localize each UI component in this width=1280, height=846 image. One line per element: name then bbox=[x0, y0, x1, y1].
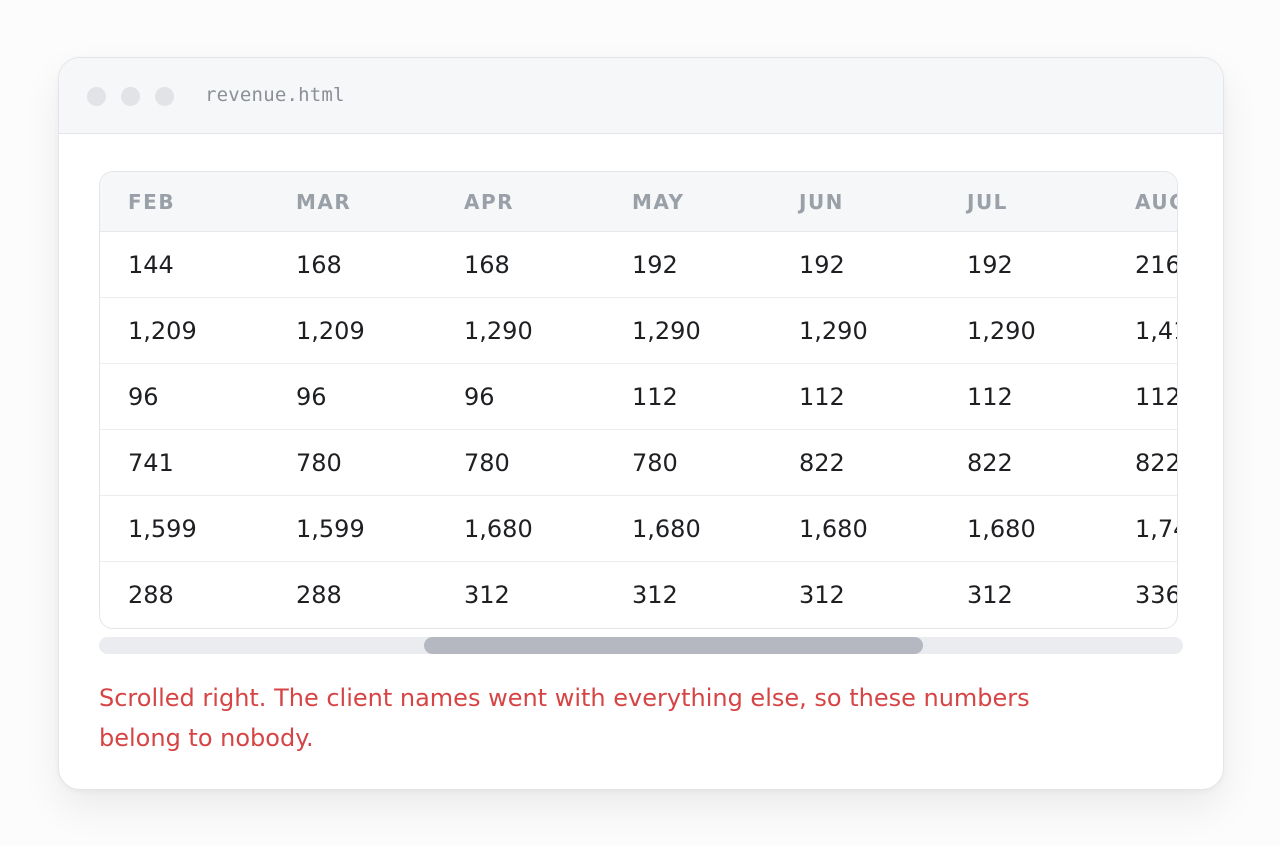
table-cell: 822 bbox=[799, 448, 845, 477]
table-cell: 216 bbox=[1135, 250, 1178, 279]
scroll-warning-note: Scrolled right. The client names went wi… bbox=[99, 684, 1030, 752]
column-header-mar[interactable]: MAR bbox=[296, 172, 351, 231]
window-minimize-dot[interactable] bbox=[121, 87, 140, 106]
table-cell: 1,290 bbox=[464, 316, 533, 345]
revenue-table[interactable]: FEB MAR APR MAY JUN JUL AUG 144 168 168 192 192 192… bbox=[99, 171, 1178, 629]
window-titlebar: revenue.html bbox=[59, 58, 1223, 134]
column-header-may[interactable]: MAY bbox=[632, 172, 684, 231]
table-row: 96 96 96 112 112 112 112 bbox=[100, 364, 1178, 430]
table-cell: 780 bbox=[296, 448, 342, 477]
table-cell: 192 bbox=[967, 250, 1013, 279]
table-scroll-content: FEB MAR APR MAY JUN JUL AUG 144 168 168 192 192 192… bbox=[100, 172, 1178, 627]
table-cell: 741 bbox=[128, 448, 174, 477]
table-cell: 96 bbox=[296, 382, 327, 411]
table-cell: 192 bbox=[632, 250, 678, 279]
table-row: 741 780 780 780 822 822 822 bbox=[100, 430, 1178, 496]
table-cell: 1,680 bbox=[799, 514, 868, 543]
table-cell: 780 bbox=[464, 448, 510, 477]
table-cell: 312 bbox=[632, 580, 678, 609]
table-cell: 288 bbox=[296, 580, 342, 609]
table-cell: 1,290 bbox=[632, 316, 701, 345]
window-filename: revenue.html bbox=[205, 84, 345, 106]
table-cell: 1,74 bbox=[1135, 514, 1177, 543]
table-cell: 780 bbox=[632, 448, 678, 477]
table-row: 288 288 312 312 312 312 336 bbox=[100, 562, 1178, 627]
table-row: 1,209 1,209 1,290 1,290 1,290 1,290 1,41 bbox=[100, 298, 1177, 364]
table-cell: 822 bbox=[967, 448, 1013, 477]
table-cell: 112 bbox=[967, 382, 1013, 411]
table-cell: 96 bbox=[464, 382, 495, 411]
table-cell: 192 bbox=[799, 250, 845, 279]
table-cell: 312 bbox=[799, 580, 845, 609]
table-cell: 168 bbox=[464, 250, 510, 279]
column-header-jun[interactable]: JUN bbox=[799, 172, 844, 231]
table-cell: 1,680 bbox=[464, 514, 533, 543]
table-cell: 312 bbox=[967, 580, 1013, 609]
table-cell: 1,41 bbox=[1135, 316, 1177, 345]
scrollbar-thumb[interactable] bbox=[424, 637, 923, 654]
table-cell: 336 bbox=[1135, 580, 1178, 609]
table-cell: 1,599 bbox=[128, 514, 197, 543]
table-cell: 1,209 bbox=[128, 316, 197, 345]
table-cell: 112 bbox=[1135, 382, 1178, 411]
table-cell: 312 bbox=[464, 580, 510, 609]
table-cell: 96 bbox=[128, 382, 159, 411]
table-cell: 1,290 bbox=[967, 316, 1036, 345]
table-cell: 1,290 bbox=[799, 316, 868, 345]
window-maximize-dot[interactable] bbox=[155, 87, 174, 106]
horizontal-scrollbar[interactable] bbox=[99, 637, 1183, 654]
table-cell: 822 bbox=[1135, 448, 1178, 477]
browser-window: revenue.html FEB MAR APR MAY JUN JUL AUG 144 16… bbox=[58, 57, 1224, 790]
table-cell: 1,599 bbox=[296, 514, 365, 543]
table-cell: 1,680 bbox=[632, 514, 701, 543]
table-body: 144 168 168 192 192 192 216 1,209 1,209 1,290 1,29… bbox=[100, 232, 1178, 627]
column-header-apr[interactable]: APR bbox=[464, 172, 514, 231]
table-cell: 112 bbox=[799, 382, 845, 411]
table-cell: 168 bbox=[296, 250, 342, 279]
column-header-feb[interactable]: FEB bbox=[128, 172, 175, 231]
column-header-jul[interactable]: JUL bbox=[967, 172, 1008, 231]
column-header-aug[interactable]: AUG bbox=[1135, 172, 1177, 231]
table-cell: 112 bbox=[632, 382, 678, 411]
table-cell: 1,680 bbox=[967, 514, 1036, 543]
table-cell: 144 bbox=[128, 250, 174, 279]
table-row: 144 168 168 192 192 192 216 bbox=[100, 232, 1178, 298]
table-cell: 1,209 bbox=[296, 316, 365, 345]
table-row: 1,599 1,599 1,680 1,680 1,680 1,680 1,74 bbox=[100, 496, 1177, 562]
window-close-dot[interactable] bbox=[87, 87, 106, 106]
table-header-row: FEB MAR APR MAY JUN JUL AUG bbox=[100, 172, 1177, 232]
table-cell: 288 bbox=[128, 580, 174, 609]
